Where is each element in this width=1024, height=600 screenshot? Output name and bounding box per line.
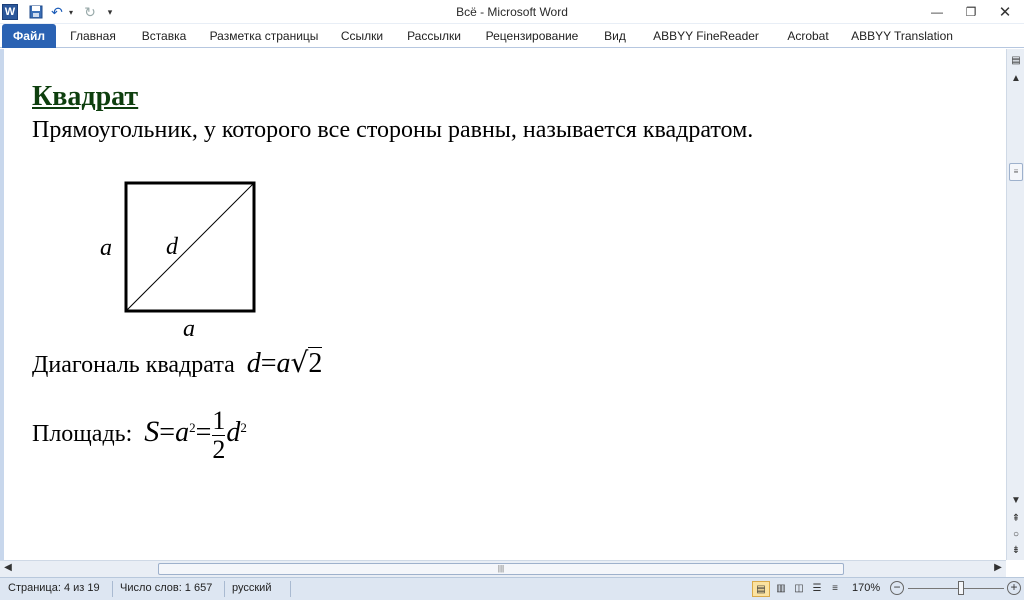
zoom-out-button[interactable]: − xyxy=(890,581,904,595)
formula-eq: = xyxy=(260,348,277,379)
title-bar: W ↶ ▾ ↻ ▾ Всё - Microsoft Word — ❐ ✕ xyxy=(0,0,1024,24)
status-divider xyxy=(112,581,113,597)
ribbon-tabs: Файл Главная Вставка Разметка страницы С… xyxy=(0,24,1024,68)
status-bar: Страница: 4 из 19 Число слов: 1 657 русс… xyxy=(0,577,1024,600)
fraction-denominator: 2 xyxy=(212,435,226,464)
document-area[interactable]: Квадрат Прямоугольник, у которого все ст… xyxy=(0,49,1006,560)
zoom-slider-thumb[interactable] xyxy=(958,581,964,595)
tab-insert[interactable]: Вставка xyxy=(136,24,192,48)
save-icon[interactable] xyxy=(28,3,44,21)
tab-view[interactable]: Вид xyxy=(598,24,632,48)
square-figure: a d a xyxy=(100,181,256,342)
scroll-left-icon[interactable]: ◀ xyxy=(2,562,14,576)
window-title: Всё - Microsoft Word xyxy=(456,5,568,19)
formula-exp2: 2 xyxy=(240,420,247,436)
document-page[interactable]: Квадрат Прямоугольник, у которого все ст… xyxy=(28,49,988,560)
print-layout-view-icon[interactable]: ▤ xyxy=(752,581,770,597)
close-button[interactable]: ✕ xyxy=(994,3,1016,21)
diagonal-label-text: Диагональ квадрата xyxy=(32,352,235,378)
zoom-level[interactable]: 170% xyxy=(852,582,880,594)
status-divider xyxy=(290,581,291,597)
language-indicator[interactable]: русский xyxy=(232,582,271,594)
fraction-numerator: 1 xyxy=(212,406,226,436)
scroll-down-icon[interactable]: ▼ xyxy=(1008,493,1024,509)
full-screen-reading-icon[interactable]: ▥ xyxy=(772,581,790,597)
sqrt-icon: √ xyxy=(290,346,309,379)
web-layout-icon[interactable]: ◫ xyxy=(790,581,808,597)
zoom-in-button[interactable]: + xyxy=(1007,581,1021,595)
side-label-left: a xyxy=(100,235,112,261)
tab-abbyy-translation[interactable]: ABBYY Translation xyxy=(850,24,954,48)
horizontal-scrollbar[interactable]: ◀ ||| ▶ xyxy=(0,560,1006,577)
word-count[interactable]: Число слов: 1 657 xyxy=(120,582,212,594)
undo-dropdown-icon[interactable]: ▾ xyxy=(66,3,76,21)
tab-home[interactable]: Главная xyxy=(64,24,122,48)
vertical-scroll-thumb[interactable]: ≡ xyxy=(1009,163,1023,181)
formula-a2: a xyxy=(175,417,190,449)
scroll-right-icon[interactable]: ▶ xyxy=(992,562,1004,576)
formula-d: d xyxy=(246,348,261,379)
previous-page-icon[interactable]: ⇞ xyxy=(1008,511,1024,527)
diagonal-line xyxy=(125,182,255,312)
tab-page-layout[interactable]: Разметка страницы xyxy=(204,24,324,48)
customize-toolbar-icon[interactable]: ▾ xyxy=(104,3,116,21)
horizontal-scroll-thumb[interactable]: ||| xyxy=(158,563,844,575)
next-page-icon[interactable]: ⇟ xyxy=(1008,543,1024,559)
side-label-bottom: a xyxy=(183,316,195,342)
formula-radicand: 2 xyxy=(308,347,323,379)
scroll-up-icon[interactable]: ▲ xyxy=(1008,71,1024,87)
status-divider xyxy=(224,581,225,597)
formula-eq1: = xyxy=(159,417,176,449)
area-label-text: Площадь: xyxy=(32,421,133,448)
vertical-scrollbar[interactable]: ▤ ▲ ≡ ▼ ⇞ ○ ⇟ xyxy=(1006,49,1024,560)
word-app-icon[interactable]: W xyxy=(2,4,18,20)
tab-mailings[interactable]: Рассылки xyxy=(402,24,466,48)
undo-icon[interactable]: ↶ xyxy=(50,3,64,21)
zoom-slider[interactable] xyxy=(908,588,1004,589)
tab-references[interactable]: Ссылки xyxy=(336,24,388,48)
ruler-toggle-icon[interactable]: ▤ xyxy=(1008,53,1024,69)
fraction: 12 xyxy=(212,406,226,464)
browse-object-icon[interactable]: ○ xyxy=(1008,527,1024,543)
tab-acrobat[interactable]: Acrobat xyxy=(780,24,836,48)
diagonal-label: d xyxy=(166,234,179,260)
redo-icon[interactable]: ↻ xyxy=(82,3,98,21)
page-indicator[interactable]: Страница: 4 из 19 xyxy=(8,582,100,594)
outline-view-icon[interactable]: ☰ xyxy=(808,581,826,597)
minimize-button[interactable]: — xyxy=(926,3,948,21)
draft-view-icon[interactable]: ≡ xyxy=(826,581,844,597)
formula-s: S xyxy=(144,415,160,449)
area-line-text: Площадь: S=a2= 1 2 d2 xyxy=(32,407,247,464)
diagonal-line-text: Диагональ квадрата d=a√2 xyxy=(32,346,323,380)
formula-a: a xyxy=(276,348,291,379)
tab-review[interactable]: Рецензирование xyxy=(480,24,584,48)
restore-button[interactable]: ❐ xyxy=(960,3,982,21)
definition-text: Прямоугольник, у которого все стороны ра… xyxy=(32,117,754,143)
tab-file[interactable]: Файл xyxy=(2,24,56,48)
tab-abbyy-finereader[interactable]: ABBYY FineReader 11 xyxy=(646,24,766,67)
heading: Квадрат xyxy=(32,81,139,112)
formula-d2: d xyxy=(226,417,241,449)
formula-eq2: = xyxy=(195,417,212,449)
